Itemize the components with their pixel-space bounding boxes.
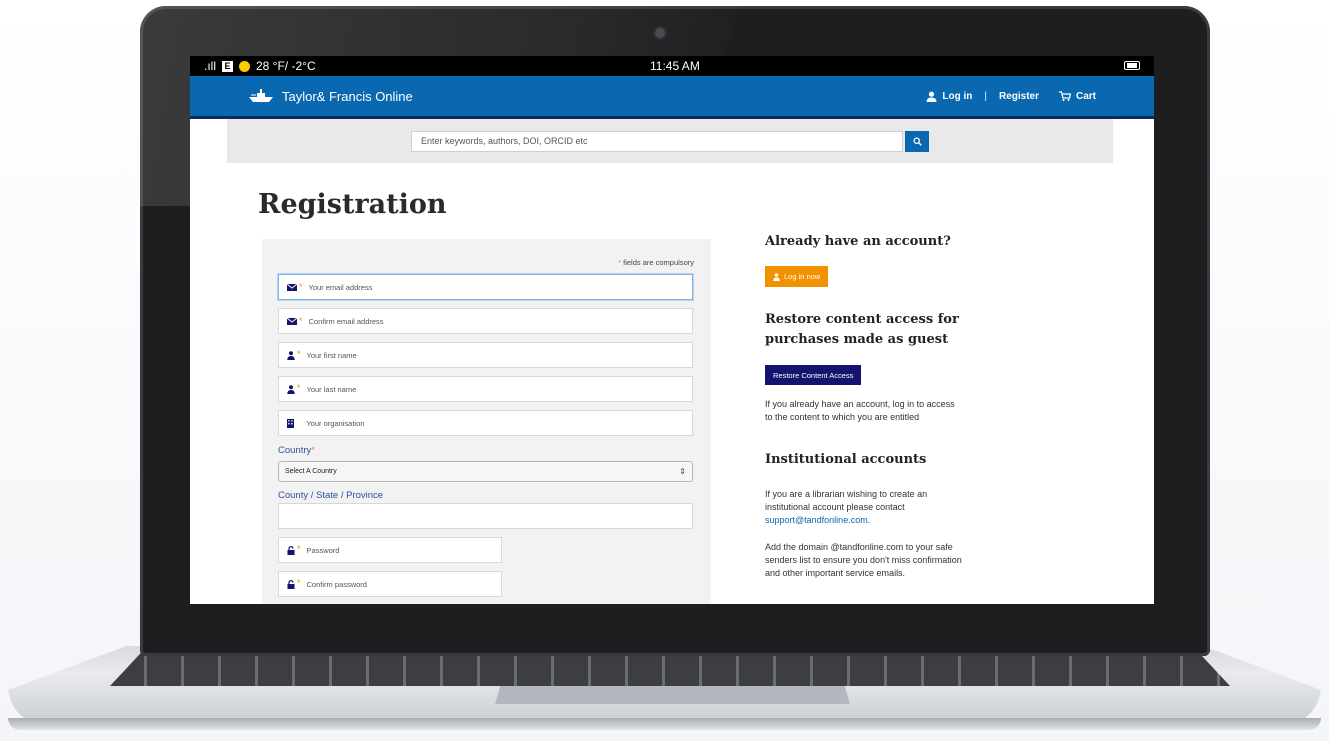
first-name-input[interactable] <box>306 350 692 360</box>
organisation-input[interactable] <box>306 418 692 428</box>
country-select[interactable]: Select A Country ⇕ <box>278 461 693 482</box>
building-icon <box>287 418 294 428</box>
country-selected-value: Select A Country <box>285 468 337 475</box>
compulsory-note: * fields are compulsory <box>618 258 694 267</box>
search-bar <box>227 119 1113 163</box>
envelope-icon <box>287 283 297 291</box>
search-icon <box>912 136 922 146</box>
organisation-field[interactable] <box>278 410 693 436</box>
weather-text: 28 °F/ -2°C <box>256 59 316 73</box>
confirm-password-input[interactable] <box>306 579 501 589</box>
os-status-bar: .ıll E 28 °F/ -2°C 11:45 AM <box>190 56 1154 76</box>
confirm-email-input[interactable] <box>308 316 692 326</box>
laptop-trackpad <box>495 686 850 704</box>
e-badge-icon: E <box>222 60 233 72</box>
user-icon <box>773 272 780 281</box>
password-field[interactable]: * <box>278 537 502 563</box>
search-input[interactable] <box>411 130 903 152</box>
lock-icon <box>287 579 295 589</box>
confirm-password-field[interactable]: * <box>278 571 502 597</box>
ship-logo-icon <box>249 89 273 102</box>
header-separator: | <box>984 90 987 102</box>
webcam-icon <box>655 28 665 38</box>
login-now-button[interactable]: Log in now <box>765 266 829 287</box>
battery-icon <box>1124 61 1140 70</box>
laptop-base-lip <box>8 718 1321 730</box>
required-star: * <box>299 281 303 292</box>
sun-icon <box>239 60 250 72</box>
page-title: Registration <box>258 189 447 220</box>
country-label: Country* <box>278 445 315 456</box>
envelope-icon <box>287 317 297 325</box>
required-star: * <box>299 315 303 326</box>
cart-icon <box>1058 91 1071 101</box>
login-label: Log in <box>942 90 973 102</box>
register-link[interactable]: Register <box>999 91 1039 102</box>
user-icon <box>287 384 295 394</box>
last-name-field[interactable]: * <box>278 376 693 402</box>
required-star: * <box>297 382 301 393</box>
have-account-heading: Already have an account? <box>765 234 951 249</box>
lock-icon <box>287 545 295 555</box>
user-icon <box>926 91 937 102</box>
restore-content-button[interactable]: Restore Content Access <box>765 365 862 385</box>
brand-logo[interactable]: Taylor& Francis Online <box>248 89 413 104</box>
cart-label: Cart <box>1075 90 1096 102</box>
institutional-description: If you are a librarian wishing to create… <box>765 489 928 525</box>
user-icon <box>287 350 295 360</box>
restore-heading: Restore content access for purchases mad… <box>765 312 959 347</box>
select-arrows-icon: ⇕ <box>679 467 686 476</box>
search-button[interactable] <box>905 130 929 152</box>
cart-link[interactable]: Cart <box>1058 90 1096 102</box>
required-star: * <box>297 348 301 359</box>
email-field[interactable]: * <box>278 274 693 300</box>
support-email-link[interactable]: support@tandfonline.com <box>765 515 868 525</box>
login-link[interactable]: Log in <box>926 91 972 102</box>
region-label: County / State / Province <box>278 490 384 501</box>
first-name-field[interactable]: * <box>278 342 693 368</box>
region-field[interactable] <box>278 503 693 529</box>
site-header: Taylor& Francis Online Log in | Register… <box>190 76 1154 119</box>
region-input[interactable] <box>287 511 692 521</box>
brand-name: Taylor& Francis Online <box>282 88 413 104</box>
required-star: * <box>297 577 301 588</box>
password-input[interactable] <box>306 545 501 555</box>
email-input[interactable] <box>308 282 692 292</box>
safe-senders-note: Add the domain @tandfonline.com to your … <box>765 542 962 578</box>
signal-icon: .ıll <box>204 59 216 73</box>
laptop-screen: .ıll E 28 °F/ -2°C 11:45 AM Taylor& Fran… <box>190 56 1154 604</box>
restore-description: If you already have an account, log in t… <box>765 399 955 422</box>
institutional-heading: Institutional accounts <box>765 452 927 467</box>
clock: 11:45 AM <box>650 59 700 73</box>
required-star: * <box>297 543 301 554</box>
last-name-input[interactable] <box>306 384 692 394</box>
confirm-email-field[interactable]: * <box>278 308 693 334</box>
registration-form: * fields are compulsory * * <box>262 239 711 604</box>
